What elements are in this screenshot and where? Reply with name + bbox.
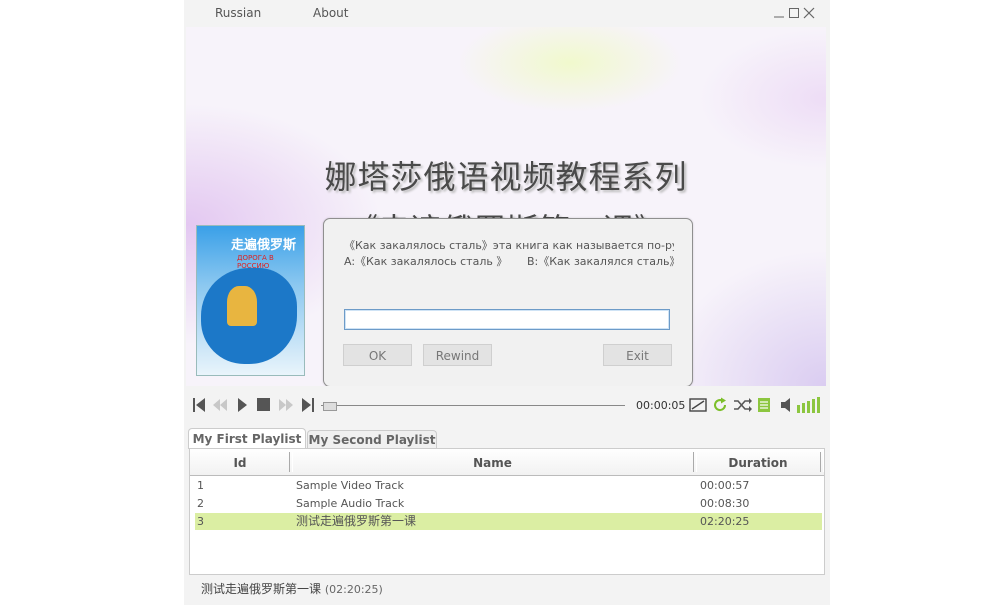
quiz-option-b: B:《Как закалялся сталь》 xyxy=(527,255,674,268)
maximize-icon xyxy=(789,8,799,18)
rewind-control-button[interactable] xyxy=(211,397,229,413)
close-button[interactable] xyxy=(802,6,816,20)
table-header: Id Name Duration xyxy=(190,449,824,476)
row-duration: 00:08:30 xyxy=(700,497,750,510)
answer-input[interactable] xyxy=(344,309,670,330)
column-header-name[interactable]: Name xyxy=(291,449,694,475)
menu-about[interactable]: About xyxy=(313,6,348,20)
aspect-ratio-button[interactable] xyxy=(689,397,707,413)
close-icon xyxy=(803,7,815,19)
playlist-icon xyxy=(758,398,770,412)
row-id: 2 xyxy=(197,497,204,510)
stop-icon xyxy=(257,398,270,411)
row-duration: 02:20:25 xyxy=(700,515,750,528)
menu-russian[interactable]: Russian xyxy=(215,6,261,20)
cover-title: 走遍俄罗斯 xyxy=(231,238,297,253)
minimize-button[interactable] xyxy=(772,6,786,20)
row-id: 1 xyxy=(197,479,204,492)
maximize-button[interactable] xyxy=(787,6,801,20)
skip-to-start-button[interactable] xyxy=(192,397,206,413)
skip-start-icon xyxy=(193,398,205,412)
column-header-duration[interactable]: Duration xyxy=(695,449,821,475)
row-duration: 00:00:57 xyxy=(700,479,750,492)
table-row[interactable]: 1 Sample Video Track 00:00:57 xyxy=(195,477,822,494)
minimize-icon xyxy=(774,16,784,18)
book-cover-image: 走遍俄罗斯 ДОРОГА В РОССИЮ xyxy=(196,225,305,376)
volume-level-icon xyxy=(797,397,820,413)
video-title-line1: 娜塔莎俄语视频教程系列 xyxy=(324,158,688,196)
tab-my-first-playlist[interactable]: My First Playlist xyxy=(188,428,306,449)
now-playing-duration: (02:20:25) xyxy=(324,583,383,596)
quiz-question-block: 《Как закалялось сталь》эта книга как назы… xyxy=(344,238,674,270)
speaker-icon xyxy=(781,398,790,412)
player-window: Russian About 娜塔莎俄语视频教程系列 《走遍俄罗斯第一课》 走遍俄… xyxy=(184,0,830,605)
rewind-button[interactable]: Rewind xyxy=(423,344,492,366)
quiz-question: 《Как закалялось сталь》эта книга как назы… xyxy=(344,239,674,252)
column-header-id[interactable]: Id xyxy=(190,449,290,475)
quiz-option-a: A:《Как закалялось сталь 》 xyxy=(344,255,508,268)
skip-end-icon xyxy=(302,398,314,412)
table-row-selected[interactable]: 3 测试走遍俄罗斯第一课 02:20:25 xyxy=(195,513,822,530)
stop-button[interactable] xyxy=(256,397,270,413)
ok-button[interactable]: OK xyxy=(343,344,412,366)
row-name: Sample Video Track xyxy=(296,479,404,492)
seek-bar-track[interactable] xyxy=(321,405,625,406)
repeat-icon xyxy=(714,397,727,412)
elapsed-time: 00:00:05 xyxy=(636,399,686,412)
playlist-table: Id Name Duration 1 Sample Video Track 00… xyxy=(189,448,825,575)
row-name: 测试走遍俄罗斯第一课 xyxy=(296,514,417,528)
table-row[interactable]: 2 Sample Audio Track 00:08:30 xyxy=(195,495,822,512)
exit-button[interactable]: Exit xyxy=(603,344,672,366)
tab-my-second-playlist[interactable]: My Second Playlist xyxy=(307,430,437,448)
quiz-dialog: 《Как закалялось сталь》эта книга как назы… xyxy=(323,218,693,386)
mute-button[interactable] xyxy=(780,397,792,413)
seek-bar-handle[interactable] xyxy=(323,402,337,411)
column-divider[interactable] xyxy=(820,452,824,472)
row-name: Sample Audio Track xyxy=(296,497,405,510)
aspect-ratio-icon xyxy=(689,398,707,412)
play-button[interactable] xyxy=(236,397,248,413)
playlist-toggle-button[interactable] xyxy=(757,397,771,413)
shuffle-button[interactable] xyxy=(733,397,753,413)
fast-forward-icon xyxy=(279,399,293,411)
now-playing-title: 测试走遍俄罗斯第一课 xyxy=(201,582,322,596)
repeat-button[interactable] xyxy=(712,397,728,413)
volume-slider[interactable] xyxy=(796,397,820,413)
fast-forward-button[interactable] xyxy=(277,397,295,413)
play-icon xyxy=(238,398,247,412)
skip-to-end-button[interactable] xyxy=(301,397,315,413)
cover-subtitle: ДОРОГА В РОССИЮ xyxy=(237,254,274,270)
shuffle-icon xyxy=(734,398,752,412)
cover-church-graphic xyxy=(227,286,257,326)
video-display[interactable]: 娜塔莎俄语视频教程系列 《走遍俄罗斯第一课》 走遍俄罗斯 ДОРОГА В РО… xyxy=(186,27,826,386)
menu-bar: Russian About xyxy=(184,0,830,27)
rewind-icon xyxy=(213,399,227,411)
row-id: 3 xyxy=(197,515,204,528)
now-playing-status: 测试走遍俄罗斯第一课 (02:20:25) xyxy=(201,580,383,597)
